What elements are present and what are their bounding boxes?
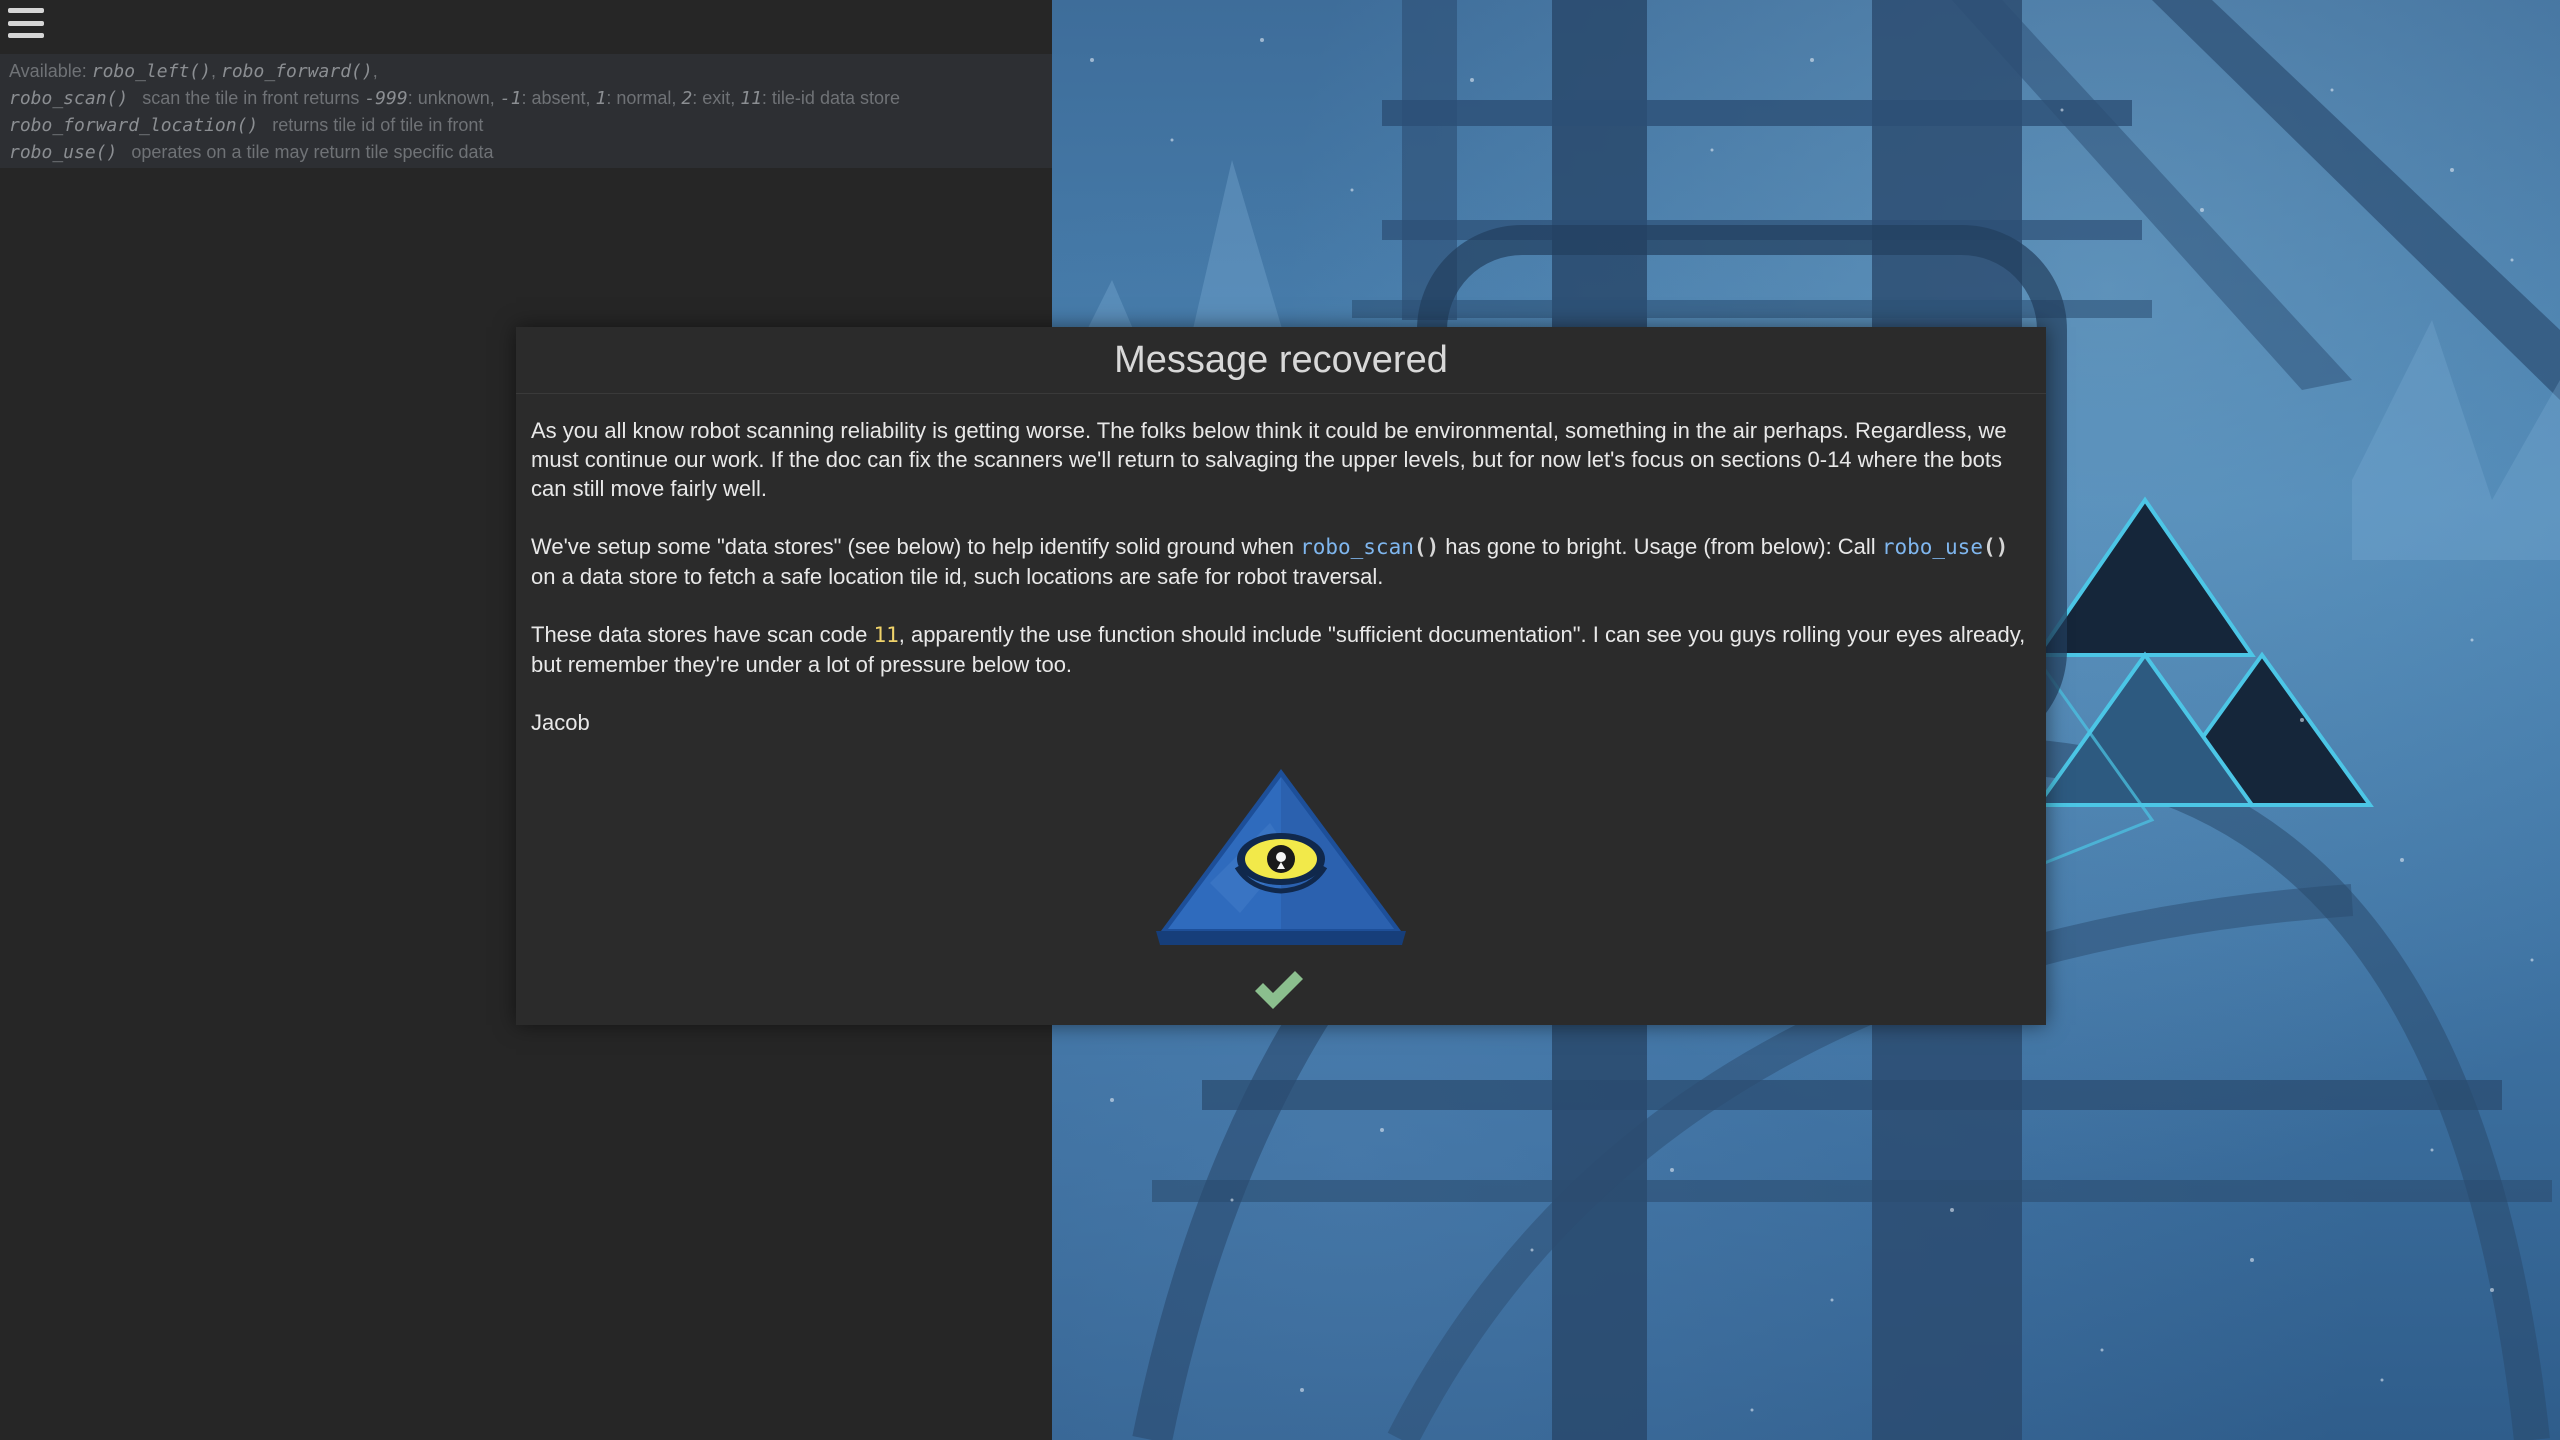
paragraph-3-text-a: These data stores have scan code <box>531 622 874 647</box>
paragraph-2-text-c: on a data store to fetch a safe location… <box>531 564 1384 589</box>
code-robo-scan-name: robo_scan <box>1300 535 1414 559</box>
code-robo-use: robo_use() <box>1882 535 2008 559</box>
docs-code-value: -999 <box>364 88 408 109</box>
docs-description-text: : exit, <box>692 88 741 108</box>
docs-line: robo_forward_location() returns tile id o… <box>9 112 1043 139</box>
paragraph-2-text-b: has gone to bright. Usage (from below): … <box>1439 534 1882 559</box>
docs-fn-name: robo_forward_location() <box>9 115 259 136</box>
scan-code-value: 11 <box>873 623 899 647</box>
code-robo-use-paren: () <box>1982 535 2009 559</box>
message-dialog: Message recovered As you all know robot … <box>516 327 2046 1025</box>
dialog-body: As you all know robot scanning reliabili… <box>516 394 2046 737</box>
docs-description-text: : normal, <box>606 88 682 108</box>
docs-fn-description: operates on a tile may return tile speci… <box>131 142 493 162</box>
code-robo-scan: robo_scan() <box>1300 535 1439 559</box>
docs-code-value: 2 <box>681 88 693 109</box>
docs-fn-name: robo_scan() <box>9 88 129 109</box>
api-docs-panel: Available: robo_left(), robo_forward(), … <box>0 54 1052 168</box>
docs-fn-description: scan the tile in front returns -999: unk… <box>142 88 900 109</box>
docs-description-text: : unknown, <box>407 88 500 108</box>
docs-fn-description: returns tile id of tile in front <box>272 115 483 135</box>
paragraph-2-text-a: We've setup some "data stores" (see belo… <box>531 534 1301 559</box>
checkmark-icon[interactable] <box>1251 965 1307 1013</box>
docs-description-text: scan the tile in front returns <box>142 88 365 108</box>
docs-line: robo_scan() scan the tile in front return… <box>9 85 1043 112</box>
dialog-title: Message recovered <box>516 327 2046 394</box>
message-paragraph-2: We've setup some "data stores" (see belo… <box>531 532 2031 591</box>
docs-description-text: returns tile id of tile in front <box>272 115 484 135</box>
code-robo-use-name: robo_use <box>1881 535 1983 559</box>
docs-code-value: 11 <box>740 88 762 109</box>
docs-code-value: -1 <box>499 88 522 109</box>
hamburger-menu-icon[interactable] <box>8 6 44 40</box>
docs-description-text: : tile-id data store <box>761 88 900 108</box>
docs-description-text: operates on a tile may return tile speci… <box>131 142 494 162</box>
docs-line: robo_use() operates on a tile may return … <box>9 139 1043 166</box>
docs-available-line: Available: robo_left(), robo_forward(), <box>9 61 378 82</box>
docs-fn-name: robo_use() <box>9 142 118 163</box>
message-paragraph-3: These data stores have scan code 11, app… <box>531 620 2031 679</box>
message-signature: Jacob <box>531 710 590 735</box>
docs-code-value: 1 <box>595 88 607 109</box>
docs-fn-robo-forward: robo_forward() <box>220 61 373 82</box>
docs-fn-robo-left: robo_left() <box>91 61 211 82</box>
pyramid-eye-icon <box>1156 769 1406 945</box>
docs-description-text: : absent, <box>521 88 596 108</box>
code-robo-scan-paren: () <box>1413 535 1440 559</box>
docs-available-label: Available: <box>9 61 87 81</box>
message-paragraph-1: As you all know robot scanning reliabili… <box>531 418 2007 501</box>
